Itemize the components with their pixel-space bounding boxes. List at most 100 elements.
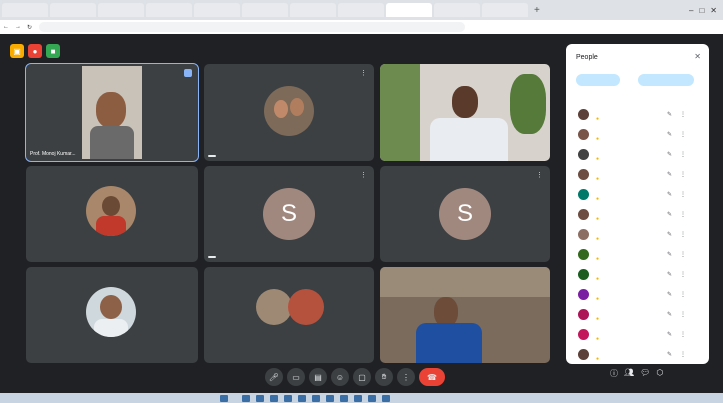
- url-field[interactable]: [39, 22, 466, 32]
- camera-icon[interactable]: ▭: [287, 368, 305, 386]
- captions-icon[interactable]: ▤: [309, 368, 327, 386]
- search-box[interactable]: [242, 394, 250, 402]
- browser-tab[interactable]: [290, 3, 336, 17]
- activity-icon[interactable]: ■: [46, 44, 60, 58]
- more-options-icon[interactable]: ⋮: [680, 131, 686, 138]
- taskbar-app-icon[interactable]: [340, 394, 348, 402]
- record-icon[interactable]: ●: [28, 44, 42, 58]
- forward-icon[interactable]: →: [12, 24, 24, 30]
- more-options-icon[interactable]: ⋮: [680, 111, 686, 118]
- more-icon[interactable]: ⋮: [397, 368, 415, 386]
- participant-row[interactable]: ✎ ⋮ ●: [566, 244, 709, 264]
- mic-off-icon[interactable]: ✎: [667, 251, 672, 258]
- taskbar-app-icon[interactable]: [368, 394, 376, 402]
- more-options-icon[interactable]: ⋮: [680, 151, 686, 158]
- pin-icon[interactable]: [184, 69, 192, 77]
- more-options-icon[interactable]: ⋮: [360, 69, 368, 77]
- more-options-icon[interactable]: ⋮: [680, 231, 686, 238]
- more-options-icon[interactable]: ⋮: [536, 171, 544, 179]
- participant-row[interactable]: ✎ ⋮ ●: [566, 224, 709, 244]
- taskbar-app-icon[interactable]: [312, 394, 320, 402]
- participant-tile[interactable]: [204, 267, 374, 363]
- chat-icon[interactable]: 💬︎: [640, 368, 650, 379]
- mic-icon[interactable]: 🎤︎: [265, 368, 283, 386]
- participant-row[interactable]: ✎ ⋮ ●: [566, 164, 709, 184]
- participant-tile[interactable]: [26, 166, 198, 262]
- participant-row[interactable]: ✎ ⋮ ●: [566, 344, 709, 364]
- more-options-icon[interactable]: ⋮: [680, 211, 686, 218]
- mic-off-icon[interactable]: ✎: [667, 211, 672, 218]
- taskbar-app-icon[interactable]: [270, 394, 278, 402]
- maximize-icon[interactable]: □: [699, 6, 704, 15]
- taskbar-app-icon[interactable]: [284, 394, 292, 402]
- minimize-icon[interactable]: –: [689, 6, 693, 15]
- more-options-icon[interactable]: ⋮: [680, 171, 686, 178]
- mic-off-icon[interactable]: ✎: [667, 171, 672, 178]
- browser-tab[interactable]: [50, 3, 96, 17]
- start-icon[interactable]: [220, 394, 228, 402]
- browser-tab[interactable]: [194, 3, 240, 17]
- mic-off-icon[interactable]: ✎: [667, 131, 672, 138]
- activities-icon[interactable]: ⬡: [656, 368, 663, 379]
- more-options-icon[interactable]: ⋮: [360, 171, 368, 179]
- notes-icon[interactable]: ▣: [10, 44, 24, 58]
- taskbar-app-icon[interactable]: [354, 394, 362, 402]
- participant-tile[interactable]: [26, 267, 198, 363]
- more-options-icon[interactable]: ⋮: [680, 351, 686, 358]
- participant-row[interactable]: ✎ ⋮ ●: [566, 144, 709, 164]
- taskbar-app-icon[interactable]: [382, 394, 390, 402]
- new-tab-icon[interactable]: +: [534, 5, 540, 16]
- info-icon[interactable]: ⓘ: [610, 368, 618, 379]
- participant-tile[interactable]: S ⋮: [380, 166, 550, 262]
- more-options-icon[interactable]: ⋮: [680, 271, 686, 278]
- browser-tab-active[interactable]: [386, 3, 432, 17]
- taskbar-app-icon[interactable]: [256, 394, 264, 402]
- mic-off-icon[interactable]: ✎: [667, 191, 672, 198]
- add-people-button[interactable]: [576, 74, 620, 86]
- back-icon[interactable]: ←: [0, 24, 12, 30]
- browser-tab[interactable]: [338, 3, 384, 17]
- participant-tile[interactable]: Prof. Monoj Kumar...: [25, 63, 199, 162]
- participant-row[interactable]: ✎ ⋮ ●: [566, 204, 709, 224]
- participant-row[interactable]: ✎ ⋮ ●: [566, 184, 709, 204]
- close-icon[interactable]: ✕: [694, 52, 701, 61]
- taskbar-app-icon[interactable]: [326, 394, 334, 402]
- more-options-icon[interactable]: ⋮: [680, 251, 686, 258]
- taskbar-app-icon[interactable]: [298, 394, 306, 402]
- reload-icon[interactable]: ↻: [24, 24, 35, 31]
- people-icon[interactable]: 👥︎: [624, 368, 634, 379]
- browser-tab[interactable]: [482, 3, 528, 17]
- mic-off-icon[interactable]: ✎: [667, 231, 672, 238]
- participant-tile[interactable]: ⋮: [204, 64, 374, 161]
- close-window-icon[interactable]: ✕: [710, 6, 717, 15]
- participant-tile[interactable]: S ⋮: [204, 166, 374, 262]
- more-options-icon[interactable]: ⋮: [680, 331, 686, 338]
- mic-off-icon[interactable]: ✎: [667, 291, 672, 298]
- participant-row[interactable]: ✎ ⋮ ●: [566, 124, 709, 144]
- participant-tile[interactable]: [380, 267, 550, 363]
- emoji-icon[interactable]: ☺: [331, 368, 349, 386]
- phone-hangup-icon[interactable]: ☎: [419, 368, 445, 386]
- participant-tile[interactable]: ⋮: [380, 64, 550, 161]
- participant-row[interactable]: ✎ ⋮ ●: [566, 304, 709, 324]
- present-icon[interactable]: ▢: [353, 368, 371, 386]
- participant-row[interactable]: ✎ ⋮ ●: [566, 284, 709, 304]
- browser-tab[interactable]: [2, 3, 48, 17]
- browser-tab[interactable]: [146, 3, 192, 17]
- browser-tab[interactable]: [242, 3, 288, 17]
- mic-off-icon[interactable]: ✎: [667, 351, 672, 358]
- participant-row[interactable]: ✎ ⋮ ●: [566, 324, 709, 344]
- mic-off-icon[interactable]: ✎: [667, 311, 672, 318]
- mute-all-button[interactable]: [638, 74, 694, 86]
- participant-row[interactable]: ✎ ⋮ ●: [566, 264, 709, 284]
- mic-off-icon[interactable]: ✎: [667, 111, 672, 118]
- raise-hand-icon[interactable]: ✋︎: [375, 368, 393, 386]
- browser-tab[interactable]: [434, 3, 480, 17]
- mic-off-icon[interactable]: ✎: [667, 151, 672, 158]
- mic-off-icon[interactable]: ✎: [667, 331, 672, 338]
- participant-row[interactable]: ✎ ⋮ ●: [566, 104, 709, 124]
- more-options-icon[interactable]: ⋮: [680, 291, 686, 298]
- more-options-icon[interactable]: ⋮: [536, 69, 544, 77]
- more-options-icon[interactable]: ⋮: [680, 311, 686, 318]
- mic-off-icon[interactable]: ✎: [667, 271, 672, 278]
